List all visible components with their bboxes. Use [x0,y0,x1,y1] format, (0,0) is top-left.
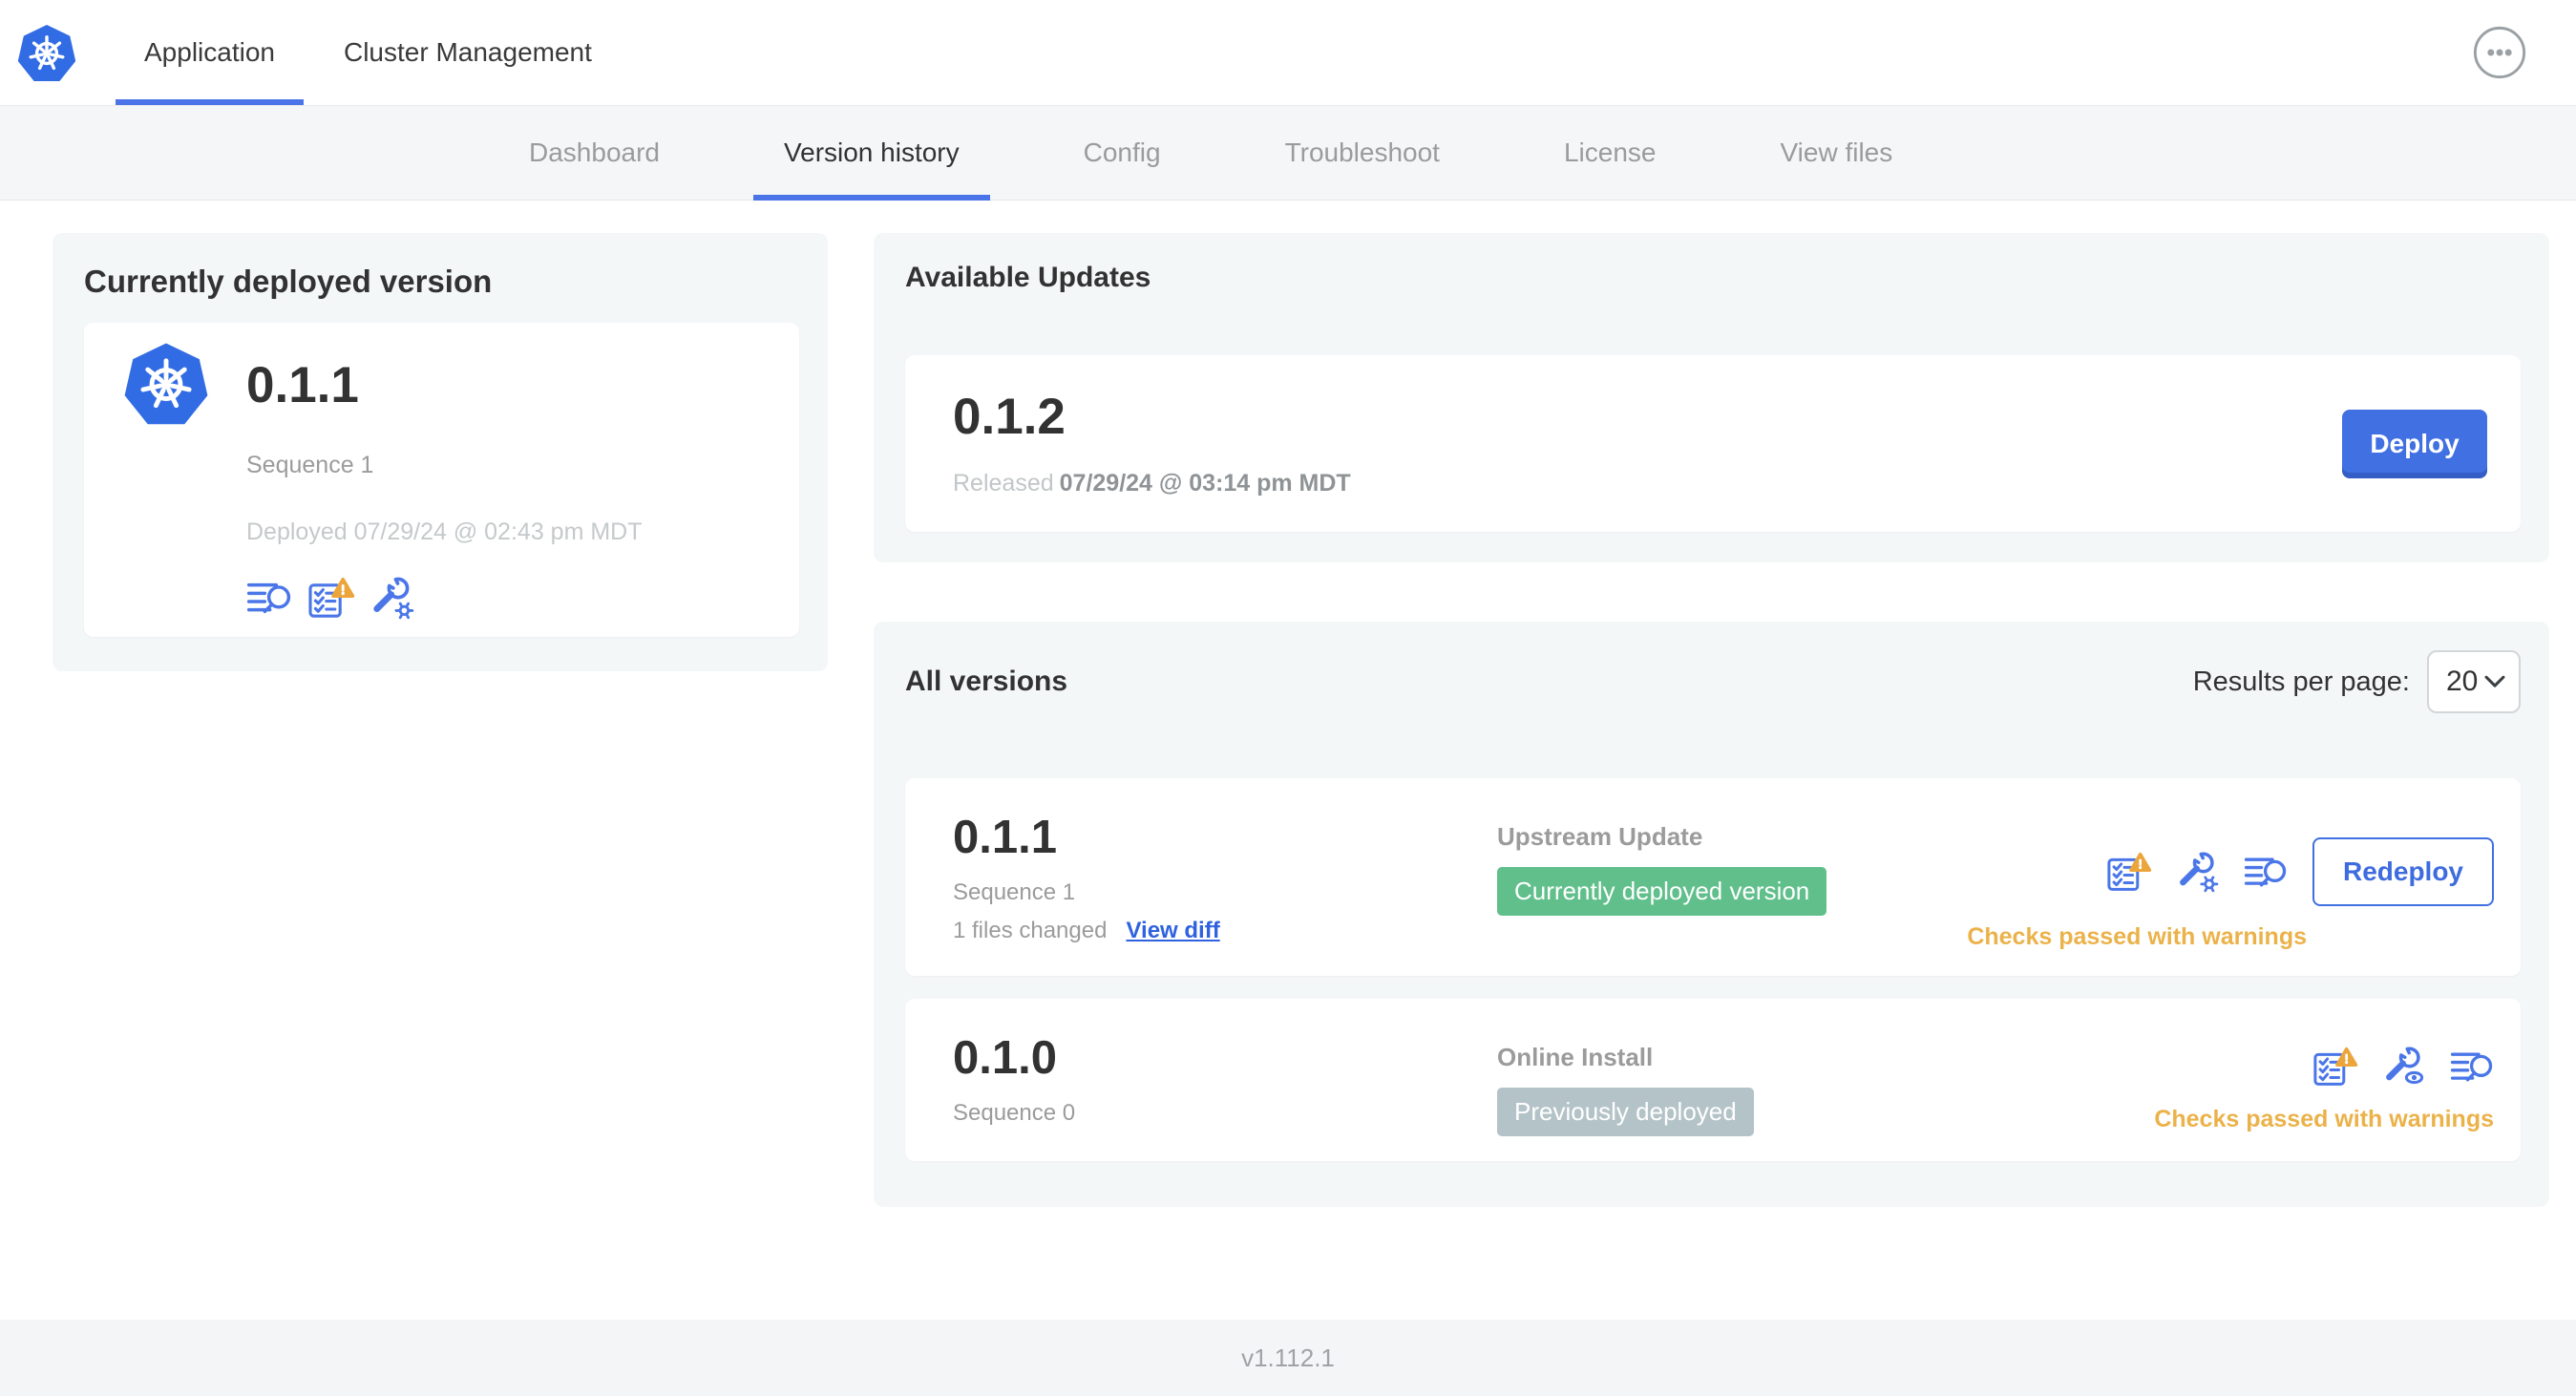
tab-version-history[interactable]: Version history [722,106,1022,201]
tab-view-files-label: View files [1780,137,1893,167]
version-info: 0.1.0 Sequence 0 [953,1031,1497,1127]
tab-license[interactable]: License [1502,106,1719,200]
overflow-menu-icon[interactable] [2472,25,2527,80]
version-actions: Checks passed with warnings [2154,1031,2494,1133]
tab-cluster-management[interactable]: Cluster Management [309,0,626,105]
main-content: Currently deployed version 0.1.1 Sequenc… [0,201,2576,1320]
files-changed-text: 1 files changed [953,918,1108,943]
view-logs-icon[interactable] [246,575,292,621]
tab-view-files[interactable]: View files [1718,106,1954,200]
tab-dashboard[interactable]: Dashboard [467,106,722,200]
status-badge: Currently deployed version [1497,867,1827,916]
results-per-page-select[interactable]: 20 [2427,650,2521,713]
available-update-version: 0.1.2 [953,389,1066,445]
view-logs-icon[interactable] [2244,850,2288,894]
version-row-0-1-1: 0.1.1 Sequence 1 1 files changed View di… [905,778,2521,976]
tab-config[interactable]: Config [1022,106,1223,200]
currently-deployed-panel: Currently deployed version 0.1.1 Sequenc… [53,233,828,671]
view-logs-icon[interactable] [2450,1045,2494,1089]
edit-config-icon[interactable] [2175,850,2219,894]
tab-version-history-label: Version history [783,137,960,167]
kubernetes-app-icon [124,343,208,425]
all-versions-title: All versions [905,666,1068,697]
row-version-number: 0.1.1 [953,812,1057,863]
available-update-released: Released 07/29/24 @ 03:14 pm MDT [953,470,1351,497]
currently-deployed-card: 0.1.1 Sequence 1 Deployed 07/29/24 @ 02:… [84,323,799,637]
action-icons-row: Redeploy [2106,837,2494,906]
action-icons-row [2312,1045,2494,1089]
redeploy-button[interactable]: Redeploy [2312,837,2494,906]
topnav-tabs: Application Cluster Management [110,0,626,105]
preflight-checks-warning-icon[interactable] [2106,850,2152,894]
preflight-checks-warning-icon[interactable] [307,575,355,621]
released-date: 07/29/24 @ 03:14 pm MDT [1059,470,1351,497]
tab-config-label: Config [1083,137,1161,167]
version-row-0-1-0: 0.1.0 Sequence 0 Online Install Previous… [905,999,2521,1161]
current-version-deployed-timestamp: Deployed 07/29/24 @ 02:43 pm MDT [246,518,643,545]
version-info: 0.1.1 Sequence 1 1 files changed View di… [953,811,1497,944]
current-version-column: Currently deployed version 0.1.1 Sequenc… [53,233,828,671]
version-source: Online Install Previously deployed [1497,1031,2154,1136]
footer: v1.112.1 [0,1320,2576,1396]
released-label: Released [953,470,1054,497]
tab-cluster-management-label: Cluster Management [343,37,592,67]
tab-dashboard-label: Dashboard [529,137,660,167]
versions-column: Available Updates 0.1.2 Released 07/29/24… [874,233,2549,1207]
status-badge: Previously deployed [1497,1088,1754,1136]
preflight-checks-warning-icon[interactable] [2312,1045,2358,1089]
preflight-status-text: Checks passed with warnings [2154,1106,2494,1132]
tab-troubleshoot[interactable]: Troubleshoot [1223,106,1502,200]
preflight-status-text: Checks passed with warnings [1967,923,2307,950]
chevron-down-icon [2484,675,2505,687]
tab-application-label: Application [144,37,275,67]
console-version: v1.112.1 [1241,1343,1335,1372]
available-update-info: 0.1.2 Released 07/29/24 @ 03:14 pm MDT [953,390,1351,497]
available-updates-title: Available Updates [905,262,1151,293]
currently-deployed-title: Currently deployed version [84,264,493,299]
all-versions-header: All versions Results per page: 20 [905,650,2521,713]
edit-config-icon[interactable] [369,575,414,621]
current-version-number: 0.1.1 [246,357,359,413]
row-sequence: Sequence 0 [953,1100,1076,1126]
current-version-sequence: Sequence 1 [246,452,374,478]
row-files-changed-line: 1 files changed View diff [953,918,1497,944]
view-config-icon[interactable] [2381,1045,2425,1089]
top-nav: Application Cluster Management [0,0,2576,106]
source-label: Upstream Update [1497,822,1703,851]
tab-license-label: License [1563,137,1657,167]
current-version-action-icons [246,573,643,623]
results-per-page-label: Results per page: [2192,666,2410,697]
app-sub-nav: Dashboard Version history Config Trouble… [0,106,2576,201]
version-rows: 0.1.1 Sequence 1 1 files changed View di… [905,778,2521,1161]
source-label: Online Install [1497,1043,1654,1071]
available-update-card: 0.1.2 Released 07/29/24 @ 03:14 pm MDT De… [905,355,2521,532]
results-per-page-value: 20 [2446,666,2479,697]
version-actions: Redeploy Checks passed with warnings [1967,811,2494,951]
view-diff-link[interactable]: View diff [1126,918,1219,944]
tab-application[interactable]: Application [110,0,309,105]
all-versions-panel: All versions Results per page: 20 0.1.1 [874,622,2549,1207]
available-updates-panel: Available Updates 0.1.2 Released 07/29/24… [874,233,2549,562]
deploy-button[interactable]: Deploy [2342,409,2487,478]
row-version-number: 0.1.0 [953,1032,1057,1084]
results-per-page: Results per page: 20 [2193,650,2521,713]
version-source: Upstream Update Currently deployed versi… [1497,811,1967,916]
current-version-details: 0.1.1 Sequence 1 Deployed 07/29/24 @ 02:… [246,342,643,623]
tab-troubleshoot-label: Troubleshoot [1284,137,1440,167]
kubernetes-logo-icon [17,25,76,81]
row-sequence: Sequence 1 [953,879,1076,905]
